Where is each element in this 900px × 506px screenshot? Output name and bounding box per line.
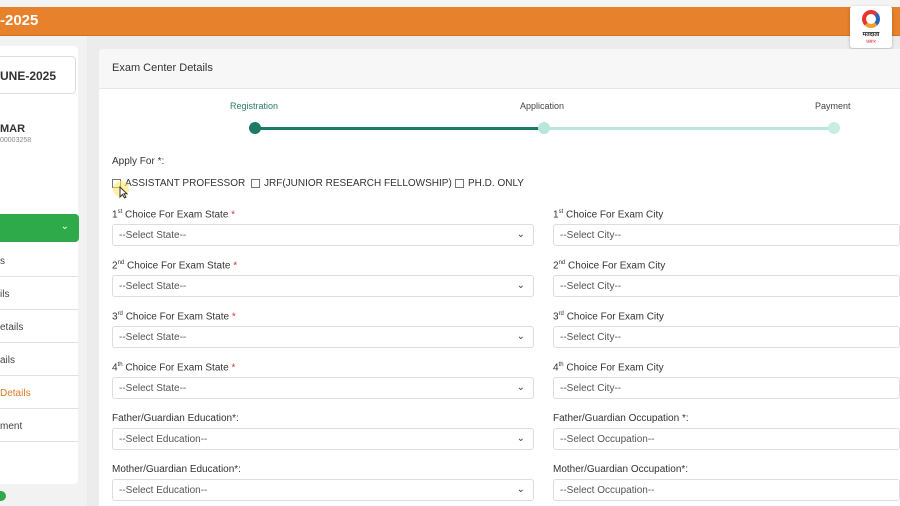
user-id: 00003258	[0, 137, 32, 144]
father-education-label: Father/Guardian Education*:	[112, 413, 239, 424]
browser-strip	[0, 0, 900, 7]
state2-select[interactable]: --Select State-- ⌄	[112, 275, 534, 297]
step-progress-line	[255, 127, 544, 130]
city3-label: 3rd Choice For Exam City	[553, 311, 664, 323]
father-education-select[interactable]: --Select Education-- ⌄	[112, 428, 534, 450]
option-jrf[interactable]: JRF(JUNIOR RESEARCH FELLOWSHIP)	[251, 178, 452, 189]
chevron-down-icon: ⌄	[516, 433, 525, 444]
state4-select[interactable]: --Select State-- ⌄	[112, 377, 534, 399]
logo-icon	[862, 10, 880, 28]
session-badge: UNE-2025	[0, 56, 76, 94]
state2-label: 2nd Choice For Exam State *	[112, 260, 238, 272]
city4-select[interactable]: --Select City--	[553, 377, 900, 399]
logo-text: मतदाता	[862, 32, 880, 38]
step-payment: Payment	[815, 101, 851, 111]
city1-select[interactable]: --Select City--	[553, 224, 900, 246]
broadcaster-logo: मतदाता प्रसार	[850, 6, 892, 48]
sidebar-item-3[interactable]: etails	[0, 310, 79, 343]
chevron-down-icon: ⌄	[516, 484, 525, 495]
sidebar: UNE-2025 MAR 00003258 ⌄ s ils etails ail…	[0, 36, 87, 506]
sidebar-item-2[interactable]: ils	[0, 277, 79, 310]
panel-header: Exam Center Details	[99, 49, 900, 89]
step-pending-line	[544, 127, 834, 130]
city2-select[interactable]: --Select City--	[553, 275, 900, 297]
sidebar-item-current[interactable]: Details	[0, 376, 79, 409]
user-name: MAR	[0, 123, 26, 135]
sidebar-item-6[interactable]: ment	[0, 409, 79, 442]
state1-label: 1st Choice For Exam State *	[112, 209, 236, 221]
panel-title: Exam Center Details	[112, 62, 213, 74]
chevron-down-icon: ⌄	[516, 280, 525, 291]
chevron-down-icon: ⌄	[516, 229, 525, 240]
sidebar-section-toggle[interactable]: ⌄	[0, 214, 79, 242]
mother-education-label: Mother/Guardian Education*:	[112, 464, 241, 475]
chevron-down-icon: ⌄	[516, 331, 525, 342]
apply-for-label: Apply For *:	[112, 156, 165, 167]
state1-select[interactable]: --Select State-- ⌄	[112, 224, 534, 246]
step-dot-payment	[828, 122, 840, 134]
option-assistant-professor[interactable]: ASSISTANT PROFESSOR	[112, 178, 245, 189]
chevron-down-icon: ⌄	[60, 221, 69, 232]
state3-label: 3rd Choice For Exam State *	[112, 311, 236, 323]
mother-occupation-select[interactable]: --Select Occupation--	[553, 479, 900, 501]
checkbox[interactable]	[251, 179, 260, 188]
city4-label: 4th Choice For Exam City	[553, 362, 664, 374]
check-icon	[0, 491, 6, 501]
chevron-down-icon: ⌄	[516, 382, 525, 393]
step-dot-registration	[249, 122, 261, 134]
step-application: Application	[520, 101, 565, 111]
mother-occupation-label: Mother/Guardian Occupation*:	[553, 464, 689, 475]
sidebar-item-4[interactable]: ails	[0, 343, 79, 376]
city2-label: 2nd Choice For Exam City	[553, 260, 666, 272]
sidebar-item-1[interactable]: s	[0, 244, 79, 277]
step-dot-application	[538, 122, 550, 134]
city1-label: 1st Choice For Exam City	[553, 209, 664, 221]
mouse-cursor-icon	[119, 186, 128, 199]
logo-subtext: प्रसार	[866, 39, 876, 45]
city3-select[interactable]: --Select City--	[553, 326, 900, 348]
top-header-bar: -2025	[0, 0, 900, 36]
page-header-title: -2025	[0, 12, 39, 29]
checkbox[interactable]	[455, 179, 464, 188]
option-phd-only[interactable]: PH.D. ONLY	[455, 178, 524, 189]
sidebar-card: UNE-2025 MAR 00003258 ⌄ s ils etails ail…	[0, 46, 79, 501]
father-occupation-label: Father/Guardian Occupation *:	[553, 413, 689, 424]
mother-education-select[interactable]: --Select Education-- ⌄	[112, 479, 534, 501]
state4-label: 4th Choice For Exam State *	[112, 362, 236, 374]
step-registration: Registration	[230, 101, 279, 111]
state3-select[interactable]: --Select State-- ⌄	[112, 326, 534, 348]
main-panel: Exam Center Details Registration Applica…	[99, 49, 900, 506]
father-occupation-select[interactable]: --Select Occupation--	[553, 428, 900, 450]
